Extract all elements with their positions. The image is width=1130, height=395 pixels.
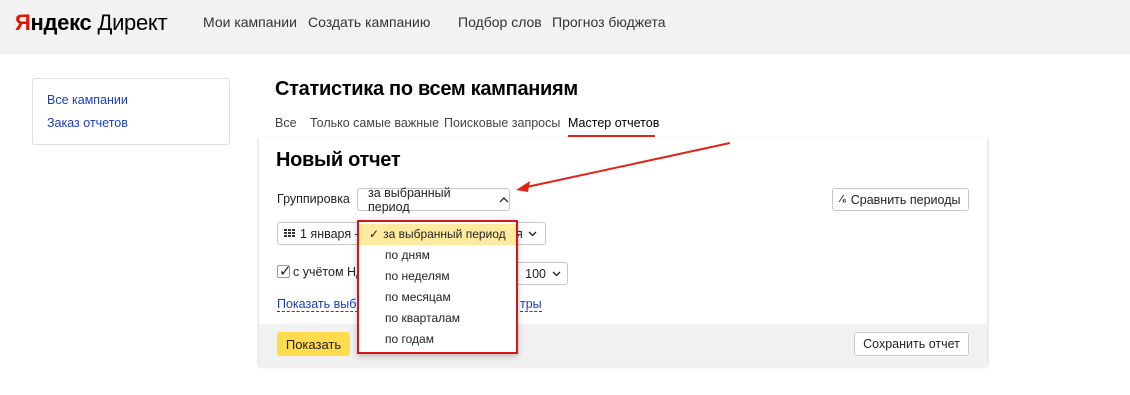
yandex-direct-logo[interactable]: Яндекс Директ — [15, 10, 168, 36]
dropdown-option-days[interactable]: по дням — [359, 245, 516, 266]
top-bar: Яндекс Директ Мои кампании Создать кампан… — [0, 0, 1130, 54]
nav-my-campaigns[interactable]: Мои кампании — [203, 14, 297, 30]
nav-keyword-selection[interactable]: Подбор слов — [458, 14, 542, 30]
logo-letter: Я — [15, 10, 31, 35]
page-title: Статистика по всем кампаниям — [275, 78, 578, 100]
tab-report-wizard[interactable]: Мастер отчетов — [568, 116, 659, 130]
compare-icon: ⁄₆ — [840, 194, 847, 205]
grouping-select[interactable]: за выбранный период — [357, 185, 510, 214]
row-count-value: 100 — [525, 266, 546, 281]
calendar-icon — [284, 228, 295, 237]
logo-word: ндекс — [30, 10, 92, 35]
vat-label: с учётом НД — [293, 265, 365, 279]
active-tab-indicator — [568, 135, 655, 137]
grouping-select-value: за выбранный период — [368, 185, 451, 214]
logo-product: Директ — [97, 10, 168, 35]
compare-periods-button[interactable]: ⁄₆ Сравнить периоды — [832, 188, 969, 211]
show-filters-link[interactable]: Показать выбр — [277, 297, 364, 312]
sidebar-item-order-reports[interactable]: Заказ отчетов — [47, 116, 128, 130]
tab-most-important[interactable]: Только самые важные — [310, 116, 439, 130]
dropdown-option-weeks[interactable]: по неделям — [359, 266, 516, 287]
chevron-down-icon — [552, 271, 561, 276]
chevron-down-icon — [528, 231, 537, 237]
dropdown-option-quarters[interactable]: по кварталам — [359, 308, 516, 329]
date-range-value: 1 января – — [300, 226, 362, 241]
nav-create-campaign[interactable]: Создать кампанию — [308, 14, 430, 30]
report-title: Новый отчет — [276, 149, 401, 171]
sidebar: Все кампании Заказ отчетов — [32, 78, 230, 145]
show-button[interactable]: Показать — [277, 332, 350, 356]
dropdown-option-period[interactable]: ✓ за выбранный период — [359, 224, 516, 245]
tab-all[interactable]: Все — [275, 116, 297, 130]
show-filters-link-tail[interactable]: тры — [520, 297, 542, 312]
tab-search-queries[interactable]: Поисковые запросы — [444, 116, 560, 130]
grouping-dropdown: ✓ за выбранный период по дням по неделям … — [357, 220, 518, 354]
sidebar-item-all-campaigns[interactable]: Все кампании — [47, 93, 128, 107]
checkmark-icon: ✓ — [279, 263, 292, 280]
nav-budget-forecast[interactable]: Прогноз бюджета — [552, 14, 666, 30]
annotation-arrow — [516, 142, 731, 192]
dropdown-option-years[interactable]: по годам — [359, 329, 516, 350]
grouping-label: Группировка — [277, 192, 350, 206]
dropdown-option-months[interactable]: по месяцам — [359, 287, 516, 308]
selected-check-icon: ✓ — [369, 227, 380, 241]
save-report-button[interactable]: Сохранить отчет — [854, 332, 969, 356]
vat-checkbox[interactable]: ✓ — [277, 263, 292, 280]
compare-periods-label: Сравнить периоды — [850, 192, 961, 207]
